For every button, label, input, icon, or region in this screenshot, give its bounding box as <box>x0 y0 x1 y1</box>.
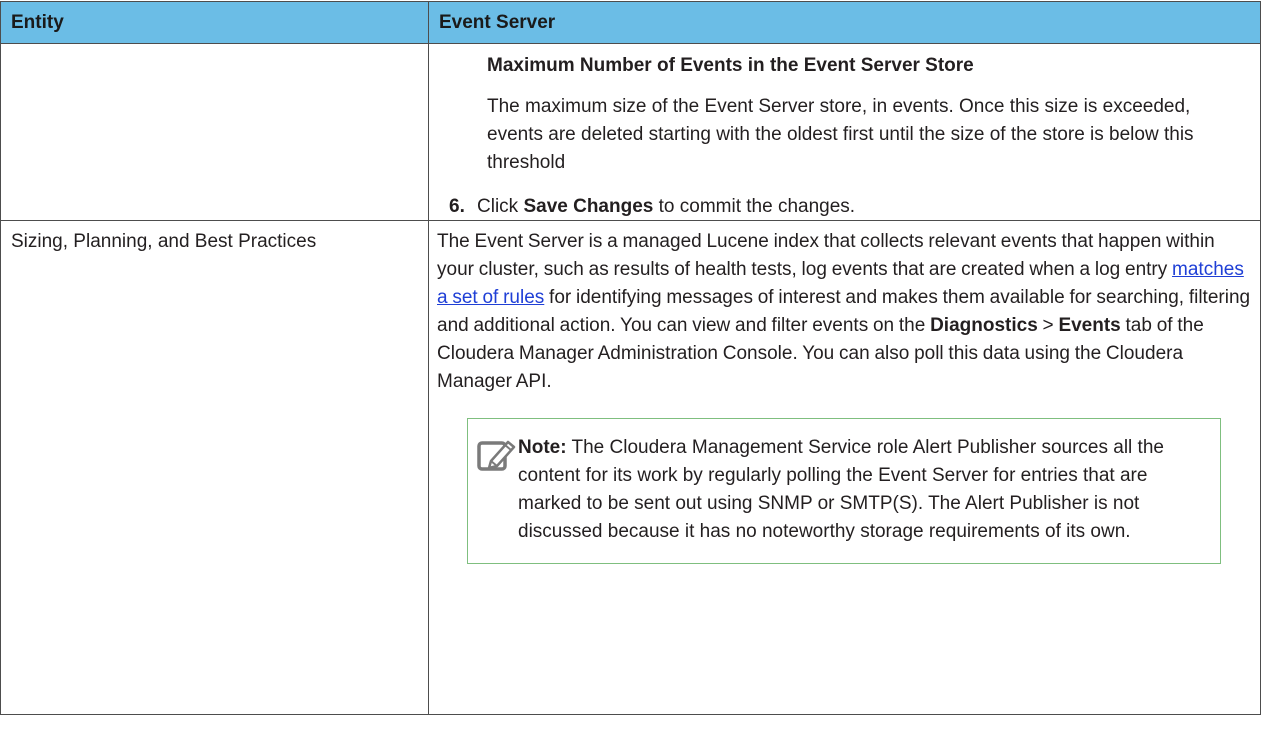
step-save-changes-label: Save Changes <box>523 196 654 217</box>
diagnostics-label: Diagnostics <box>930 315 1038 336</box>
header-event-server: Event Server <box>428 1 1261 44</box>
note-label: Note: <box>518 437 567 458</box>
entity-cell-empty <box>0 43 429 221</box>
events-label: Events <box>1058 315 1121 336</box>
step-number: 6. <box>449 196 465 217</box>
para-text-1: The Event Server is a managed Lucene ind… <box>437 231 1215 280</box>
step-text-pre: Click <box>477 196 524 217</box>
step-item: 6. Click Save Changes to commit the chan… <box>429 193 1260 220</box>
step-text-post: to commit the changes. <box>653 196 856 217</box>
description-paragraph: The Event Server is a managed Lucene ind… <box>437 228 1252 396</box>
note-body: The Cloudera Management Service role Ale… <box>518 437 1164 542</box>
property-title: Maximum Number of Events in the Event Se… <box>487 55 974 76</box>
detail-cell: Maximum Number of Events in the Event Se… <box>428 43 1261 221</box>
header-entity: Entity <box>0 1 429 44</box>
note-callout: Note: The Cloudera Management Service ro… <box>467 418 1221 564</box>
table-header-row: Entity Event Server <box>0 1 1261 44</box>
property-description: Maximum Number of Events in the Event Se… <box>429 44 1260 177</box>
property-text: The maximum size of the Event Server sto… <box>487 96 1194 173</box>
table-row: Sizing, Planning, and Best Practices The… <box>0 220 1261 715</box>
entity-cell: Sizing, Planning, and Best Practices <box>0 220 429 715</box>
note-pencil-icon <box>477 437 519 473</box>
document-table: Entity Event Server Maximum Number of Ev… <box>0 1 1261 715</box>
table-row: Maximum Number of Events in the Event Se… <box>0 43 1261 221</box>
description-cell: The Event Server is a managed Lucene ind… <box>428 220 1261 715</box>
breadcrumb-separator: > <box>1037 315 1059 336</box>
note-text: Note: The Cloudera Management Service ro… <box>518 434 1198 546</box>
